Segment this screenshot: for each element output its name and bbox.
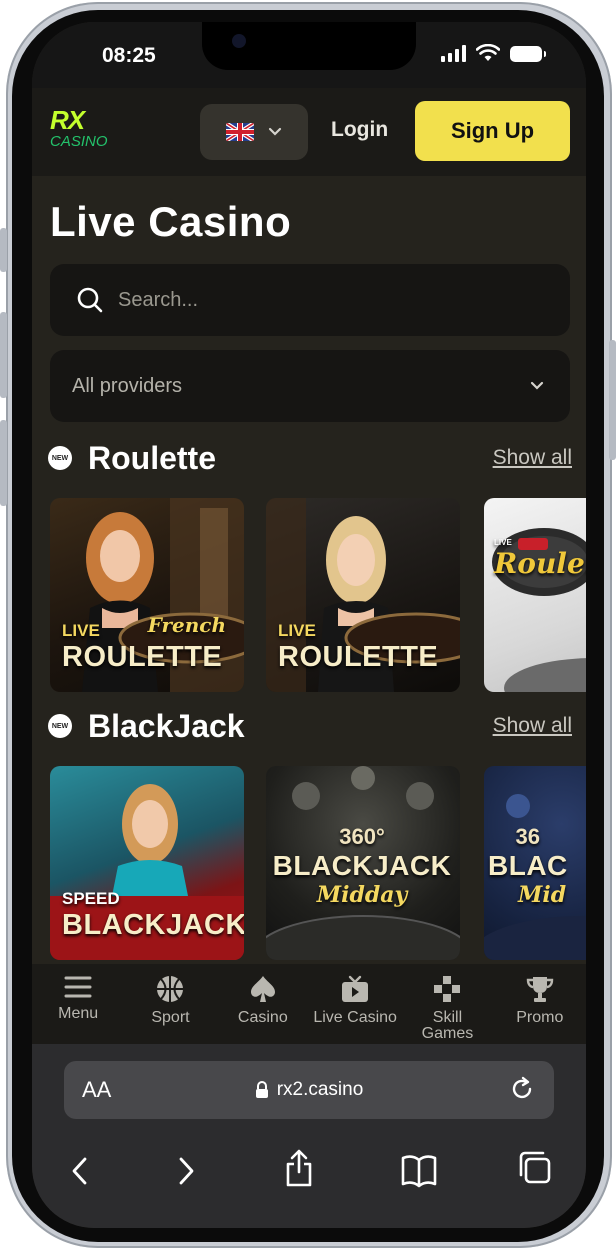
chevron-down-icon [268,127,282,136]
new-badge-icon: NEW [48,446,72,470]
game-small-title: LIVE [278,621,316,640]
game-card-roulette[interactable]: LIVE Roulette [484,498,586,692]
rx-casino-logo[interactable]: RX CASINO [50,106,116,156]
browser-toolbar: AA rx2.casino [32,1044,586,1228]
game-title: 360° BLACKJACK Midday [272,824,452,908]
trophy-icon [526,977,553,1002]
mute-switch [0,228,7,272]
roulette-logo-image [492,528,586,692]
browser-tools [32,1149,586,1204]
nav-item-live-casino[interactable]: Live Casino [309,964,401,1044]
wifi-icon [476,44,500,61]
page-title: Live Casino [50,198,292,245]
game-card-french-roulette[interactable]: French LIVE ROULETTE [50,498,244,692]
game-card-360-blackjack-midday[interactable]: 360° BLACKJACK Midday [266,766,460,960]
roulette-section-header: NEW Roulette Show all [48,438,572,478]
status-bar: 08:25 [32,22,586,88]
game-big-title: ROULETTE [62,641,223,673]
search-input[interactable] [118,288,518,312]
battery-icon [510,46,546,62]
show-all-roulette-link[interactable]: Show all [493,446,572,470]
nav-item-sport[interactable]: Sport [124,964,216,1044]
providers-dropdown[interactable]: All providers [50,350,570,422]
tv-play-icon [342,975,369,1002]
forward-icon[interactable] [174,1154,198,1188]
game-title: 36 BLAC Mid [488,824,586,908]
volume-down-button [0,420,7,506]
cellular-signal-icon [441,44,466,62]
sign-up-button[interactable]: Sign Up [415,101,570,161]
back-icon[interactable] [68,1154,92,1188]
section-title: Roulette [88,439,216,476]
volume-up-button [0,312,7,398]
language-select[interactable] [200,104,308,160]
game-card-speed-blackjack[interactable]: SPEED BLACKJACK [50,766,244,960]
share-icon[interactable] [284,1148,314,1188]
status-icons [441,44,546,62]
blackjack-section-header: NEW BlackJack Show all [48,706,572,746]
address-bar[interactable]: AA rx2.casino [64,1061,554,1119]
roulette-game-row[interactable]: French LIVE ROULETTE LIVE ROULETTE LIVE … [50,498,586,692]
nav-item-casino[interactable]: Casino [217,964,309,1044]
nav-label: Skill Games [421,1009,474,1042]
game-script-title: Roulette [494,547,586,580]
phone-screen: 08:25 RX CASINO Login Sign Up Live Casin… [32,22,586,1228]
game-card-360-blackjack-midday-2[interactable]: 36 BLAC Mid [484,766,586,960]
game-big-title: BLACKJACK [62,909,244,941]
blackjack-game-row[interactable]: SPEED BLACKJACK 360° BLACKJACK Midday 36… [50,766,586,960]
notch [202,22,416,70]
nav-label: Sport [151,1009,190,1026]
search-icon [77,287,103,313]
bookmarks-icon[interactable] [400,1154,438,1188]
nav-label: Menu [58,1005,99,1022]
game-card-live-roulette[interactable]: LIVE ROULETTE [266,498,460,692]
logo-text: RX [50,105,85,135]
nav-label: Casino [237,1009,288,1026]
providers-dropdown-value: All providers [72,374,183,397]
logo-subtext: CASINO [50,133,108,150]
game-title: SPEED BLACKJACK [62,889,244,942]
section-title: BlackJack [88,707,245,744]
nav-item-menu[interactable]: Menu [32,964,124,1044]
spade-icon [250,976,275,1002]
url-text: rx2.casino [276,1079,364,1100]
nav-item-promo[interactable]: Promo [494,964,586,1044]
game-small-title: 360° [339,824,385,849]
game-small-title: SPEED [62,889,120,908]
nav-label: Promo [516,1009,564,1026]
gamepad-cross-icon [434,976,461,1002]
show-all-blackjack-link[interactable]: Show all [493,714,572,738]
game-title: LIVE Roulette [494,538,586,580]
basketball-icon [157,976,184,1002]
hamburger-icon [64,976,92,998]
game-small-title: 36 [515,824,540,849]
game-title: French LIVE ROULETTE [62,613,236,674]
front-camera [232,34,246,48]
site-header: RX CASINO Login Sign Up [32,88,586,176]
nav-item-skill-games[interactable]: Skill Games [401,964,493,1044]
game-big-title: BLACKJACK [272,850,452,881]
bottom-nav: Menu Sport Casino Live Casino Skill Game… [32,964,586,1044]
game-big-title: BLAC [488,850,568,881]
nav-label: Live Casino [313,1009,397,1026]
reload-icon[interactable] [508,1075,536,1103]
url-display: rx2.casino [64,1079,554,1101]
new-badge-icon: NEW [48,714,72,738]
game-script-title: Mid [518,882,567,908]
status-time: 08:25 [102,44,156,67]
game-script-title: French [147,613,226,637]
chevron-down-icon [530,381,544,390]
game-script-title: Midday [316,882,408,908]
power-button [609,340,616,460]
tabs-icon[interactable] [518,1150,552,1186]
game-big-title: ROULETTE [278,641,439,673]
game-title: LIVE ROULETTE [278,621,452,674]
login-link[interactable]: Login [331,118,388,142]
uk-flag-icon [226,123,254,141]
search-box[interactable] [50,264,570,336]
lock-icon [255,1081,268,1098]
game-small-title: LIVE [494,538,512,547]
